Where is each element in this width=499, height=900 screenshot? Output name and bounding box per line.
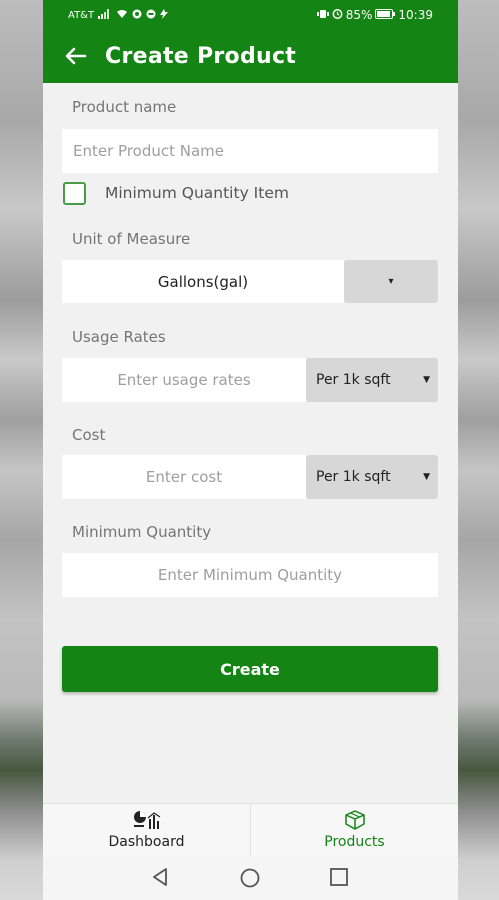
- back-arrow-icon[interactable]: [63, 43, 89, 69]
- product-name-label: Product name: [72, 98, 177, 116]
- caret-down-icon: ▼: [423, 375, 430, 385]
- minimum-quantity-item-label: Minimum Quantity Item: [105, 184, 289, 202]
- phone-screen: AT&T 85% 10:39 Create Product Product na…: [43, 0, 458, 900]
- usage-rates-unit-value: Per 1k sqft: [316, 372, 391, 388]
- nav-label-dashboard: Dashboard: [108, 834, 185, 850]
- unit-of-measure-value: Gallons(gal): [157, 272, 249, 291]
- minimum-quantity-item-checkbox[interactable]: [63, 182, 86, 205]
- minimum-quantity-input[interactable]: Enter Minimum Quantity: [62, 553, 438, 597]
- home-circle-icon[interactable]: [239, 867, 261, 893]
- usage-rates-placeholder: Enter usage rates: [117, 371, 251, 389]
- box-icon: [344, 810, 366, 834]
- cost-input[interactable]: Enter cost: [62, 455, 306, 499]
- system-navigation-bar: [43, 856, 458, 900]
- battery-icon: [375, 8, 396, 22]
- product-name-placeholder: Enter Product Name: [73, 142, 225, 160]
- minimum-quantity-placeholder: Enter Minimum Quantity: [157, 566, 343, 584]
- signal-icon: [98, 9, 112, 22]
- wifi-icon: [116, 9, 128, 22]
- messenger-icon: [146, 9, 156, 22]
- usage-rates-unit-select[interactable]: Per 1k sqft ▼: [306, 358, 438, 402]
- cost-label: Cost: [72, 426, 106, 444]
- flash-icon: [160, 9, 169, 22]
- product-name-input[interactable]: Enter Product Name: [62, 129, 438, 173]
- create-product-form: Product name Enter Product Name Minimum …: [43, 83, 458, 803]
- battery-percent: 85%: [345, 8, 373, 22]
- back-triangle-icon[interactable]: [151, 867, 169, 891]
- status-left: AT&T: [68, 9, 169, 22]
- unit-of-measure-dropdown-button[interactable]: ▾: [344, 260, 438, 303]
- page-title: Create Product: [105, 44, 297, 69]
- cost-placeholder: Enter cost: [145, 468, 223, 486]
- bottom-navigation: Dashboard Products: [43, 803, 458, 857]
- minimum-quantity-label: Minimum Quantity: [72, 523, 212, 541]
- status-bar: AT&T 85% 10:39: [43, 0, 458, 30]
- dashboard-icon: [132, 810, 162, 834]
- cost-unit-value: Per 1k sqft: [316, 469, 391, 485]
- caret-down-icon: ▼: [423, 472, 430, 482]
- nav-item-products[interactable]: Products: [251, 804, 458, 857]
- sync-icon: [132, 9, 142, 22]
- alarm-icon: [332, 8, 343, 22]
- carrier-label: AT&T: [68, 10, 95, 21]
- nav-label-products: Products: [324, 834, 385, 850]
- usage-rates-input[interactable]: Enter usage rates: [62, 358, 306, 402]
- clock: 10:39: [398, 8, 433, 22]
- unit-of-measure-label: Unit of Measure: [72, 230, 191, 248]
- usage-rates-label: Usage Rates: [72, 328, 166, 346]
- caret-down-icon: ▾: [388, 276, 394, 287]
- vibrate-icon: [316, 8, 329, 22]
- app-bar: Create Product: [43, 30, 458, 83]
- create-button[interactable]: Create: [62, 646, 438, 692]
- status-right: 85% 10:39: [316, 8, 433, 22]
- recents-square-icon[interactable]: [329, 867, 349, 891]
- nav-item-dashboard[interactable]: Dashboard: [43, 804, 250, 857]
- unit-of-measure-select[interactable]: Gallons(gal): [62, 260, 344, 303]
- cost-unit-select[interactable]: Per 1k sqft ▼: [306, 455, 438, 499]
